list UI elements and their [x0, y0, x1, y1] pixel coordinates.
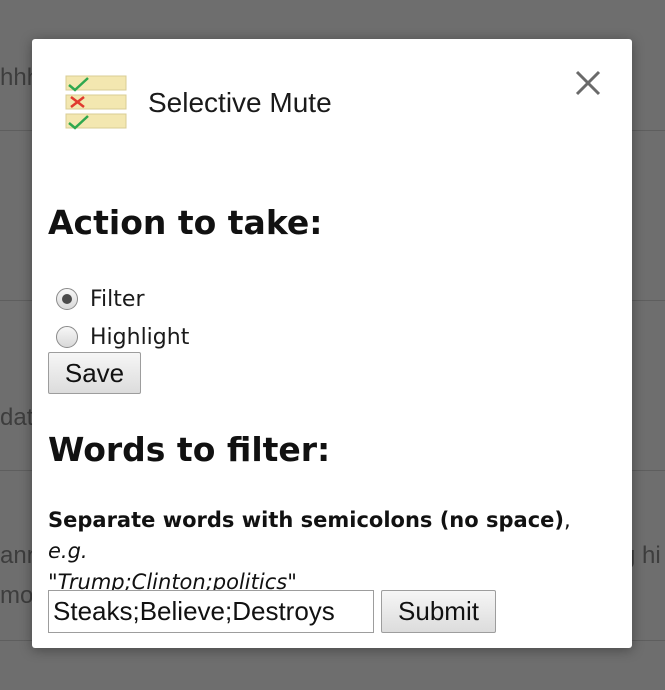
action-heading: Action to take:	[48, 203, 323, 242]
filter-radio-label[interactable]: Filter	[90, 287, 144, 312]
highlight-radio[interactable]	[56, 326, 78, 348]
selective-mute-dialog: Selective Mute Action to take: Filter Hi…	[32, 39, 632, 648]
filter-instructions: Separate words with semicolons (no space…	[48, 505, 608, 598]
radio-option-highlight[interactable]: Highlight	[56, 322, 189, 352]
background-text: dat	[0, 404, 34, 431]
instructions-comma: ,	[563, 508, 571, 532]
save-button[interactable]: Save	[48, 352, 141, 394]
highlight-radio-label[interactable]: Highlight	[90, 325, 189, 350]
words-input[interactable]	[48, 590, 374, 633]
app-title: Selective Mute	[148, 87, 332, 118]
close-icon[interactable]	[570, 65, 606, 101]
background-text: mo	[0, 582, 34, 609]
checklist-icon	[64, 74, 128, 132]
radio-option-filter[interactable]: Filter	[56, 284, 144, 314]
instructions-bold: Separate words with semicolons (no space…	[48, 508, 564, 532]
instructions-eg: e.g.	[48, 539, 88, 563]
words-heading: Words to filter:	[48, 430, 331, 469]
submit-button[interactable]: Submit	[381, 590, 496, 633]
filter-radio[interactable]	[56, 288, 78, 310]
